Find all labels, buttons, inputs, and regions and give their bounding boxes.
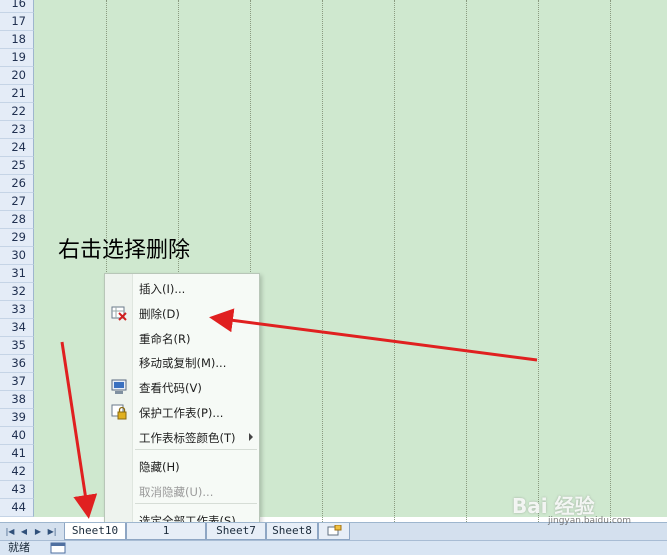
arrow-to-sheet-tab [60,341,98,519]
annotation-arrows [60,308,538,519]
arrow-to-delete [209,308,538,362]
